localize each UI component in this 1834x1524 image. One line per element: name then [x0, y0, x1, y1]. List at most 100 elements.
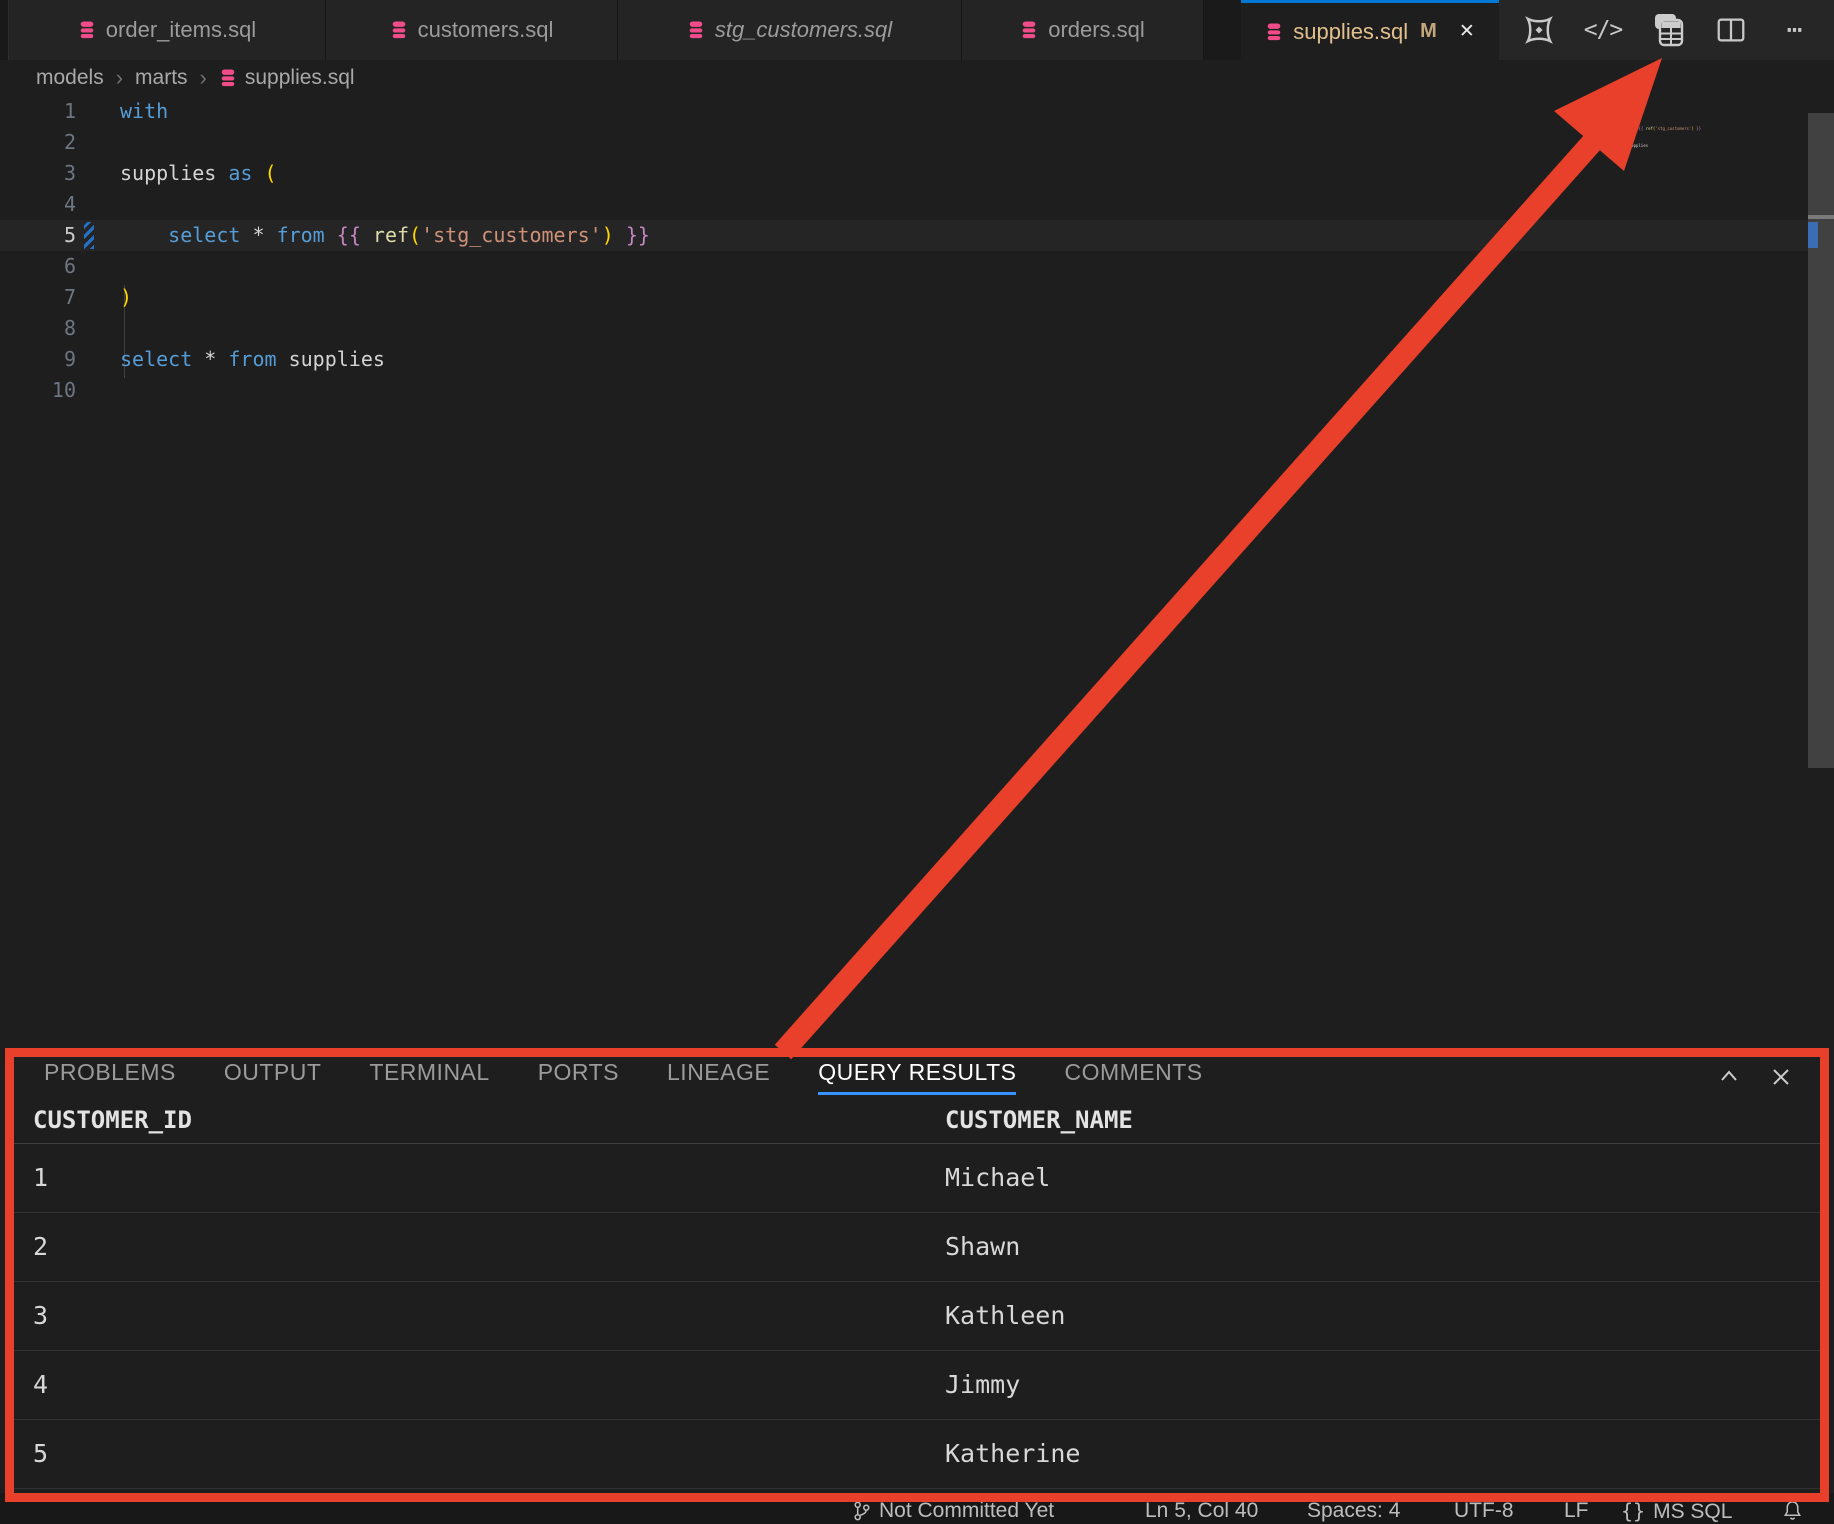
cell-customer-id: 1	[14, 1144, 926, 1212]
tab-customers-sql[interactable]: customers.sql	[326, 0, 618, 60]
cell-customer-name: Katherine	[926, 1420, 1820, 1488]
status-item-label: LF	[1564, 1499, 1589, 1523]
bell-icon	[1782, 1499, 1803, 1521]
code-editor[interactable]: 1with23 supplies as ( 45 select * from {{ …	[0, 96, 1834, 1048]
status-item-label: Spaces: 4	[1307, 1499, 1400, 1523]
breadcrumb-separator: ›	[200, 65, 207, 91]
panel-tab-ports[interactable]: PORTS	[538, 1059, 619, 1095]
code-line-9[interactable]: 9select * from supplies	[0, 344, 1834, 375]
table-row[interactable]: 4Jimmy	[14, 1351, 1820, 1420]
status-item-not-committed-yet[interactable]: Not Committed Yet	[852, 1499, 1054, 1523]
code-icon[interactable]: </>	[1583, 10, 1623, 50]
line-number: 9	[0, 344, 76, 375]
overview-ruler-cursor-marker	[1808, 215, 1834, 219]
code-line-1[interactable]: 1with	[0, 96, 1834, 127]
breadcrumb-item-marts[interactable]: marts	[135, 66, 188, 90]
editor-scrollbar[interactable]	[1808, 113, 1834, 768]
code-line-7[interactable]: 7)	[0, 282, 1834, 313]
line-code: supplies as (	[120, 158, 277, 189]
more-actions-icon[interactable]: ⋯	[1775, 10, 1815, 50]
column-header-customer-name[interactable]: CUSTOMER_NAME	[926, 1097, 1820, 1143]
panel-tab-lineage[interactable]: LINEAGE	[667, 1059, 770, 1095]
panel-tab-comments[interactable]: COMMENTS	[1064, 1059, 1202, 1095]
database-file-icon	[1265, 22, 1283, 42]
query-results-icon[interactable]	[1647, 10, 1687, 50]
panel-actions	[1716, 1057, 1794, 1097]
code-line-10[interactable]: 10	[0, 375, 1834, 406]
status-item-ms-sql[interactable]: {}MS SQL	[1621, 1499, 1732, 1524]
cell-customer-id: 5	[14, 1420, 926, 1488]
cell-customer-id: 2	[14, 1213, 926, 1281]
code-line-6[interactable]: 6	[0, 251, 1834, 282]
tab-label: orders.sql	[1048, 17, 1145, 43]
line-number: 3	[0, 158, 76, 189]
minimap[interactable]: withsupplies as ( select * from {{ ref('…	[1595, 110, 1805, 153]
panel-tab-output[interactable]: OUTPUT	[224, 1059, 322, 1095]
status-item-lf[interactable]: LF	[1564, 1499, 1589, 1523]
dbt-icon[interactable]	[1519, 10, 1559, 50]
database-file-icon	[78, 20, 96, 40]
cell-customer-name: Michael	[926, 1144, 1820, 1212]
panel-tab-terminal[interactable]: TERMINAL	[369, 1059, 489, 1095]
tab-orders-sql[interactable]: orders.sql	[962, 0, 1204, 60]
breadcrumb-separator: ›	[116, 65, 123, 91]
line-number: 10	[0, 375, 76, 406]
status-item-ln-5-col-40[interactable]: Ln 5, Col 40	[1145, 1499, 1258, 1523]
status-item-label: UTF-8	[1454, 1499, 1514, 1523]
code-line-5[interactable]: 5 select * from {{ ref('stg_customers') …	[0, 220, 1834, 251]
tab-label: stg_customers.sql	[715, 17, 892, 43]
panel-tab-bar: PROBLEMS OUTPUT TERMINAL PORTS LINEAGE QUERY …	[14, 1057, 1820, 1097]
vscode-window: order_items.sql customers.sql stg_customer…	[0, 0, 1834, 1524]
window-left-edge	[0, 0, 9, 60]
status-bar: Not Committed Yet Ln 5, Col 40 Spaces: 4 UT…	[0, 1493, 1834, 1524]
status-item-label: MS SQL	[1653, 1500, 1732, 1524]
tab-bar-gap	[1204, 0, 1241, 60]
code-line-3[interactable]: 3 supplies as (	[0, 158, 1834, 189]
status-item-spaces-4[interactable]: Spaces: 4	[1307, 1499, 1400, 1523]
cell-customer-name: Jimmy	[926, 1351, 1820, 1419]
breadcrumb-item-file[interactable]: supplies.sql	[245, 66, 355, 90]
breadcrumb-item-models[interactable]: models	[36, 66, 104, 90]
editor-actions-toolbar: </> ⋯	[1499, 0, 1834, 60]
tab-close-icon[interactable]: ✕	[1459, 20, 1475, 43]
panel-tab-problems[interactable]: PROBLEMS	[44, 1059, 176, 1095]
status-item-bell-icon[interactable]	[1782, 1499, 1803, 1521]
panel-tab-query-results[interactable]: QUERY RESULTS	[818, 1059, 1016, 1095]
status-item-utf-8[interactable]: UTF-8	[1454, 1499, 1514, 1523]
tab-label: customers.sql	[418, 17, 554, 43]
overview-ruler-modified-marker	[1808, 222, 1818, 248]
query-results-table: CUSTOMER_ID CUSTOMER_NAME 1Michael2Shawn…	[14, 1097, 1820, 1491]
tab-stg_customers-sql[interactable]: stg_customers.sql	[618, 0, 962, 60]
code-line-4[interactable]: 4	[0, 189, 1834, 220]
line-number: 5	[0, 220, 76, 251]
cell-customer-id: 3	[14, 1282, 926, 1350]
split-editor-icon[interactable]	[1711, 10, 1751, 50]
line-number: 4	[0, 189, 76, 220]
code-line-8[interactable]: 8	[0, 313, 1834, 344]
tab-label: order_items.sql	[106, 17, 256, 43]
tab-supplies-sql[interactable]: supplies.sqlM✕	[1241, 0, 1499, 60]
git-branch-icon	[852, 1500, 871, 1522]
column-header-customer-id[interactable]: CUSTOMER_ID	[14, 1097, 926, 1143]
line-number: 8	[0, 313, 76, 344]
chevron-up-icon[interactable]	[1716, 1064, 1742, 1090]
line-code: select * from {{ ref('stg_customers') }}	[120, 220, 650, 251]
code-line-2[interactable]: 2	[0, 127, 1834, 158]
line-code: with	[120, 96, 168, 127]
table-row[interactable]: 3Kathleen	[14, 1282, 1820, 1351]
table-row[interactable]: 5Katherine	[14, 1420, 1820, 1489]
cell-customer-name: Kathleen	[926, 1282, 1820, 1350]
line-number: 6	[0, 251, 76, 282]
table-row[interactable]: 2Shawn	[14, 1213, 1820, 1282]
table-row[interactable]: 1Michael	[14, 1144, 1820, 1213]
minimap-modified-marker	[1589, 126, 1593, 135]
modified-gutter-indicator	[84, 222, 94, 249]
database-file-icon	[687, 20, 705, 40]
editor-tab-bar: order_items.sql customers.sql stg_customer…	[0, 0, 1834, 60]
line-code: )	[120, 282, 132, 313]
status-item-label: Ln 5, Col 40	[1145, 1499, 1258, 1523]
line-number: 7	[0, 282, 76, 313]
close-icon[interactable]	[1768, 1064, 1794, 1090]
results-header-row: CUSTOMER_ID CUSTOMER_NAME	[14, 1097, 1820, 1144]
tab-order_items-sql[interactable]: order_items.sql	[9, 0, 326, 60]
